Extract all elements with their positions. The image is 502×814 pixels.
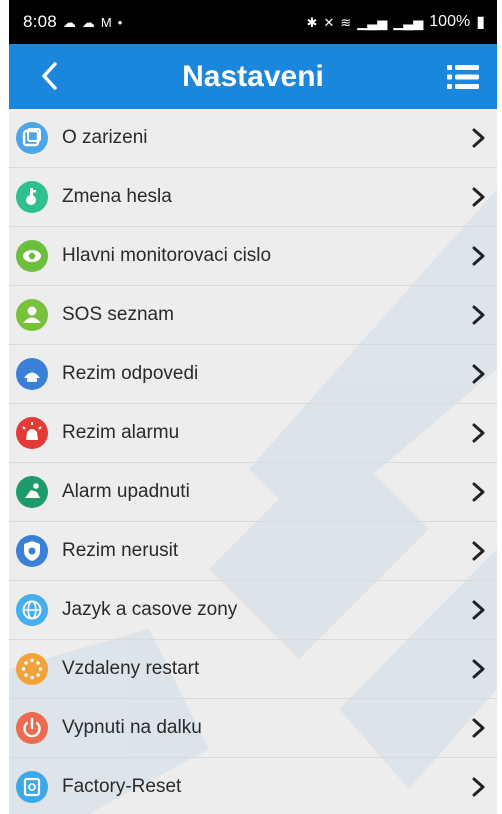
menu-item-rezim-alarmu[interactable]: Rezim alarmu <box>9 404 497 463</box>
key-icon <box>16 181 48 213</box>
menu-item-rezim-nerusit[interactable]: Rezim nerusit <box>9 522 497 581</box>
menu-item-factory-reset[interactable]: Factory-Reset <box>9 758 497 814</box>
chevron-right-icon <box>472 246 485 266</box>
chevron-right-icon <box>472 364 485 384</box>
app-screen: 8:08 ☁ ☁ M • ✱ ✕ ≋ ▁▃▅ ▁▃▅ 100% ▮ Nastav… <box>9 0 497 814</box>
menu-item-hlavni-monitorovaci-cislo[interactable]: Hlavni monitorovaci cislo <box>9 227 497 286</box>
status-time: 8:08 <box>23 12 57 31</box>
menu-item-rezim-odpovedi[interactable]: Rezim odpovedi <box>9 345 497 404</box>
restart-icon <box>16 653 48 685</box>
phone-icon <box>16 358 48 390</box>
app-header: Nastaveni <box>9 44 497 109</box>
signal-icon: ▁▃▅ <box>393 14 424 30</box>
menu-item-label: Rezim alarmu <box>62 422 180 443</box>
chevron-right-icon <box>472 541 485 561</box>
menu-button[interactable] <box>445 60 481 94</box>
menu-item-sos-seznam[interactable]: SOS seznam <box>9 286 497 345</box>
menu-item-vzdaleny-restart[interactable]: Vzdaleny restart <box>9 640 497 699</box>
globe-icon <box>16 594 48 626</box>
menu-item-label: Zmena hesla <box>62 186 172 207</box>
dot-icon: • <box>117 14 123 30</box>
siren-icon <box>16 417 48 449</box>
device-info-icon <box>16 122 48 154</box>
menu-item-label: Rezim nerusit <box>62 540 179 561</box>
menu-item-label: Hlavni monitorovaci cislo <box>62 245 272 266</box>
page-title: Nastaveni <box>182 59 324 93</box>
chevron-left-icon <box>42 62 57 90</box>
do-not-disturb-icon <box>16 535 48 567</box>
menu-item-o-zarizeni[interactable]: O zarizeni <box>9 109 497 168</box>
gmail-icon: M <box>100 14 112 30</box>
menu-item-label: Factory-Reset <box>62 776 182 797</box>
menu-item-label: SOS seznam <box>62 304 174 325</box>
bluetooth-icon: ✱ <box>306 14 318 30</box>
menu-item-zmena-hesla[interactable]: Zmena hesla <box>9 168 497 227</box>
cloud-upload-icon: ☁ <box>81 14 95 30</box>
menu-item-alarm-upadnuti[interactable]: Alarm upadnuti <box>9 463 497 522</box>
chevron-right-icon <box>472 423 485 443</box>
chevron-right-icon <box>472 600 485 620</box>
menu-item-label: Rezim odpovedi <box>62 363 199 384</box>
contact-icon <box>16 299 48 331</box>
mute-icon: ✕ <box>323 14 335 30</box>
chevron-right-icon <box>472 482 485 502</box>
status-bar: 8:08 ☁ ☁ M • ✱ ✕ ≋ ▁▃▅ ▁▃▅ 100% ▮ <box>9 0 497 44</box>
menu-item-label: O zarizeni <box>62 127 148 148</box>
back-button[interactable] <box>31 58 67 94</box>
power-icon <box>16 712 48 744</box>
battery-percent: 100% <box>429 13 471 30</box>
fall-icon <box>16 476 48 508</box>
wifi-icon: ≋ <box>340 14 352 30</box>
chevron-right-icon <box>472 187 485 207</box>
signal-icon: ▁▃▅ <box>357 14 388 30</box>
menu-item-label: Vzdaleny restart <box>62 658 200 679</box>
menu-item-vypnuti-na-dalku[interactable]: Vypnuti na dalku <box>9 699 497 758</box>
chevron-right-icon <box>472 659 485 679</box>
chevron-right-icon <box>472 128 485 148</box>
list-menu-icon <box>447 65 479 89</box>
chevron-right-icon <box>472 718 485 738</box>
settings-list: O zarizeni Zmena hesla Hlavni monitorovaci… <box>9 109 497 814</box>
menu-item-label: Alarm upadnuti <box>62 481 190 502</box>
chevron-right-icon <box>472 305 485 325</box>
chevron-right-icon <box>472 777 485 797</box>
battery-icon: ▮ <box>476 14 485 31</box>
menu-item-jazyk-a-casove-zony[interactable]: Jazyk a casove zony <box>9 581 497 640</box>
reset-icon <box>16 771 48 803</box>
menu-item-label: Jazyk a casove zony <box>62 599 238 620</box>
cloud-icon: ☁ <box>62 14 76 30</box>
eye-icon <box>16 240 48 272</box>
menu-item-label: Vypnuti na dalku <box>62 717 202 738</box>
